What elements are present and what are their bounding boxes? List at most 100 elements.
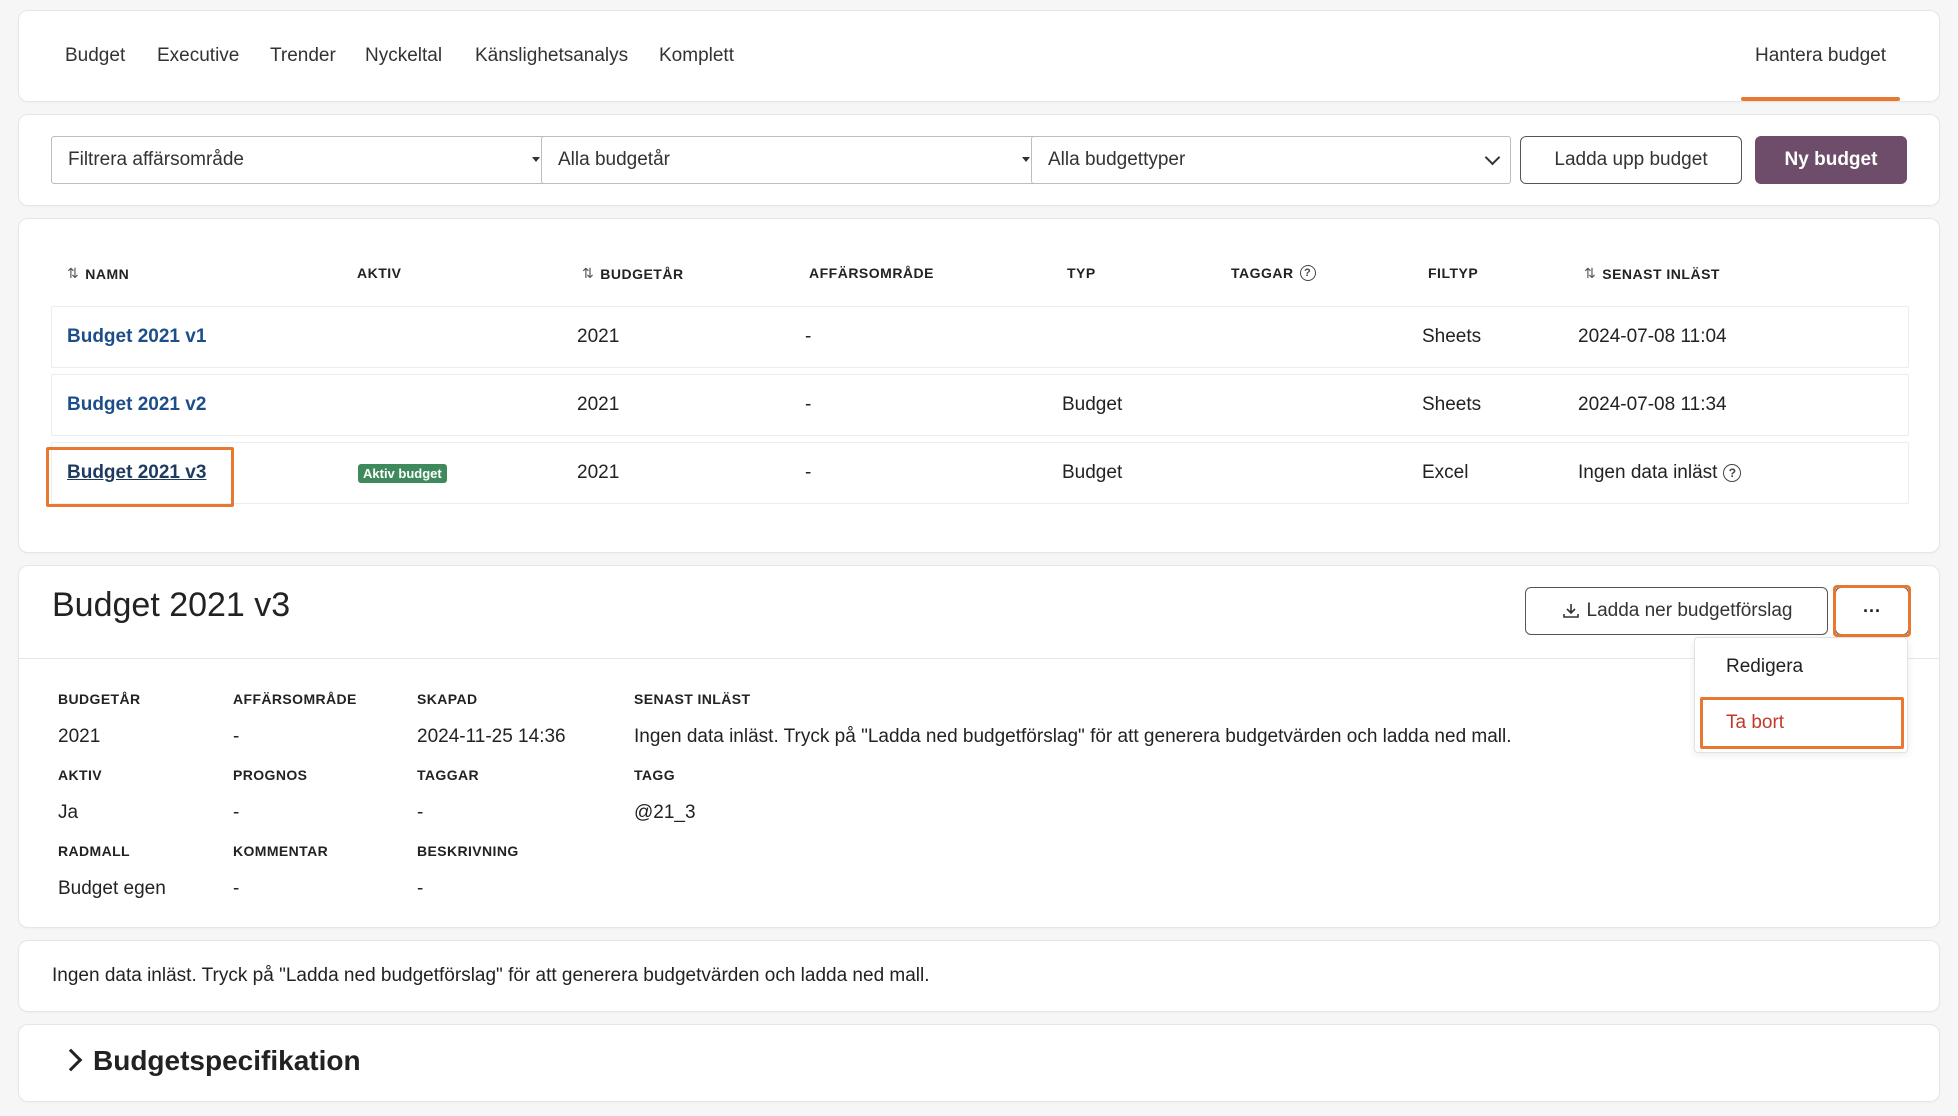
- template-value: Budget egen: [58, 878, 166, 899]
- last-loaded-cell: 2024-07-08 11:04: [1578, 326, 1727, 347]
- forecast-label: PROGNOS: [233, 767, 308, 783]
- help-icon[interactable]: ?: [1299, 265, 1316, 281]
- tags-label: TAGGAR: [417, 767, 480, 783]
- tab-kanslighetsanalys[interactable]: Känslighetsanalys: [475, 11, 628, 101]
- header-name[interactable]: ⇅ NAMN: [67, 265, 129, 282]
- header-filetype-label: FILTYP: [1428, 265, 1479, 281]
- header-type-label: TYP: [1067, 265, 1096, 281]
- tab-budget[interactable]: Budget: [65, 11, 125, 101]
- last-loaded-cell: 2024-07-08 11:34: [1578, 394, 1727, 415]
- created-value: 2024-11-25 14:36: [417, 726, 566, 747]
- budget-name-link[interactable]: Budget 2021 v1: [67, 307, 206, 367]
- type-cell: Budget: [1062, 462, 1123, 483]
- filter-bar: Filtrera affärsområde Alla budgetår Alla…: [18, 114, 1940, 206]
- budget-year-select-value: Alla budgetår: [558, 149, 670, 170]
- area-label: AFFÄRSOMRÅDE: [233, 691, 357, 707]
- description-label: BESKRIVNING: [417, 843, 519, 859]
- header-last-loaded-label: SENAST INLÄST: [1602, 265, 1720, 282]
- download-proposal-label: Ladda ner budgetförslag: [1586, 600, 1793, 621]
- tab-komplett[interactable]: Komplett: [659, 11, 734, 101]
- area-cell: -: [805, 394, 812, 415]
- budget-type-select[interactable]: Alla budgettyper: [1031, 136, 1511, 184]
- tab-hantera-budget[interactable]: Hantera budget: [1741, 11, 1900, 101]
- header-name-label: NAMN: [85, 265, 130, 282]
- budget-name-link[interactable]: Budget 2021 v3: [67, 443, 206, 503]
- active-label: AKTIV: [58, 767, 102, 783]
- chevron-down-icon: [1484, 149, 1501, 166]
- edit-menu-item[interactable]: Redigera: [1726, 656, 1803, 678]
- divider: [19, 658, 1939, 659]
- forecast-value: -: [233, 802, 240, 823]
- header-year-label: BUDGETÅR: [600, 265, 684, 282]
- info-message: Ingen data inläst. Tryck på "Ladda ned b…: [18, 940, 1940, 1012]
- tag-label: TAGG: [634, 767, 676, 783]
- sort-icon: ⇅: [582, 265, 595, 281]
- filetype-cell: Excel: [1422, 462, 1469, 483]
- sort-icon: ⇅: [1584, 265, 1597, 281]
- area-cell: -: [805, 462, 812, 483]
- header-area: AFFÄRSOMRÅDE: [809, 265, 934, 281]
- more-options-button[interactable]: ···: [1835, 587, 1909, 635]
- description-value: -: [417, 878, 424, 899]
- table-row[interactable]: Budget 2021 v2 2021 - Budget Sheets 2024…: [51, 374, 1909, 436]
- last-loaded-label: SENAST INLÄST: [634, 691, 751, 707]
- budget-year-select[interactable]: Alla budgetår: [541, 136, 1039, 184]
- help-icon[interactable]: ?: [1723, 464, 1742, 482]
- tab-trender[interactable]: Trender: [270, 11, 336, 101]
- tag-value: @21_3: [634, 802, 696, 823]
- detail-title: Budget 2021 v3: [52, 586, 291, 624]
- last-loaded-cell: Ingen data inläst ?: [1578, 443, 1742, 503]
- tab-executive[interactable]: Executive: [157, 11, 239, 101]
- budget-table: ⇅ NAMN AKTIV ⇅ BUDGETÅR AFFÄRSOMRÅDE TYP T…: [18, 218, 1940, 553]
- header-active: AKTIV: [357, 265, 402, 281]
- type-cell: Budget: [1062, 394, 1123, 415]
- business-area-select[interactable]: Filtrera affärsområde: [51, 136, 549, 184]
- business-area-select-value: Filtrera affärsområde: [68, 149, 244, 170]
- tags-value: -: [417, 802, 424, 823]
- area-cell: -: [805, 326, 812, 347]
- comment-value: -: [233, 878, 240, 899]
- budget-detail-panel: Budget 2021 v3 Ladda ner budgetförslag ·…: [18, 565, 1940, 928]
- new-budget-button[interactable]: Ny budget: [1755, 136, 1907, 184]
- delete-menu-item[interactable]: Ta bort: [1726, 712, 1784, 734]
- area-value: -: [233, 726, 240, 747]
- caret-down-icon: [532, 157, 540, 162]
- budget-type-select-value: Alla budgettyper: [1048, 149, 1186, 170]
- table-row[interactable]: Budget 2021 v3 Aktiv budget 2021 - Budge…: [51, 442, 1909, 504]
- info-text: Ingen data inläst. Tryck på "Ladda ned b…: [52, 965, 930, 986]
- last-loaded-text: Ingen data inläst: [1578, 462, 1718, 483]
- header-last-loaded[interactable]: ⇅ SENAST INLÄST: [1584, 265, 1720, 282]
- download-proposal-button[interactable]: Ladda ner budgetförslag: [1525, 587, 1828, 635]
- options-menu: Redigera Ta bort: [1694, 637, 1908, 753]
- header-filetype: FILTYP: [1428, 265, 1478, 281]
- active-budget-badge: Aktiv budget: [358, 463, 447, 483]
- tab-nyckeltal[interactable]: Nyckeltal: [365, 11, 442, 101]
- spec-title[interactable]: Budgetspecifikation: [93, 1045, 361, 1077]
- sort-icon: ⇅: [67, 265, 80, 281]
- last-loaded-value: Ingen data inläst. Tryck på "Ladda ned b…: [634, 726, 1512, 747]
- chevron-right-icon[interactable]: [59, 1048, 83, 1072]
- budget-name-link[interactable]: Budget 2021 v2: [67, 375, 206, 435]
- upload-budget-button[interactable]: Ladda upp budget: [1520, 136, 1742, 184]
- year-cell: 2021: [577, 462, 620, 483]
- top-nav: Budget Executive Trender Nyckeltal Känsl…: [18, 10, 1940, 102]
- created-label: SKAPAD: [417, 691, 478, 707]
- budget-spec-section[interactable]: Budgetspecifikation: [18, 1024, 1940, 1102]
- header-area-label: AFFÄRSOMRÅDE: [809, 265, 934, 281]
- filetype-cell: Sheets: [1422, 394, 1482, 415]
- year-cell: 2021: [577, 326, 620, 347]
- active-value: Ja: [58, 802, 79, 823]
- active-cell: Aktiv budget: [358, 443, 447, 503]
- header-tags: TAGGAR ?: [1231, 265, 1316, 281]
- year-value: 2021: [58, 726, 101, 747]
- table-row[interactable]: Budget 2021 v1 2021 - Sheets 2024-07-08 …: [51, 306, 1909, 368]
- header-type: TYP: [1067, 265, 1096, 281]
- header-year[interactable]: ⇅ BUDGETÅR: [582, 265, 684, 282]
- header-active-label: AKTIV: [357, 265, 402, 281]
- download-icon: [1562, 604, 1579, 618]
- header-tags-label: TAGGAR: [1231, 265, 1294, 281]
- caret-down-icon: [1022, 157, 1030, 162]
- year-cell: 2021: [577, 394, 620, 415]
- template-label: RADMALL: [58, 843, 131, 859]
- filetype-cell: Sheets: [1422, 326, 1482, 347]
